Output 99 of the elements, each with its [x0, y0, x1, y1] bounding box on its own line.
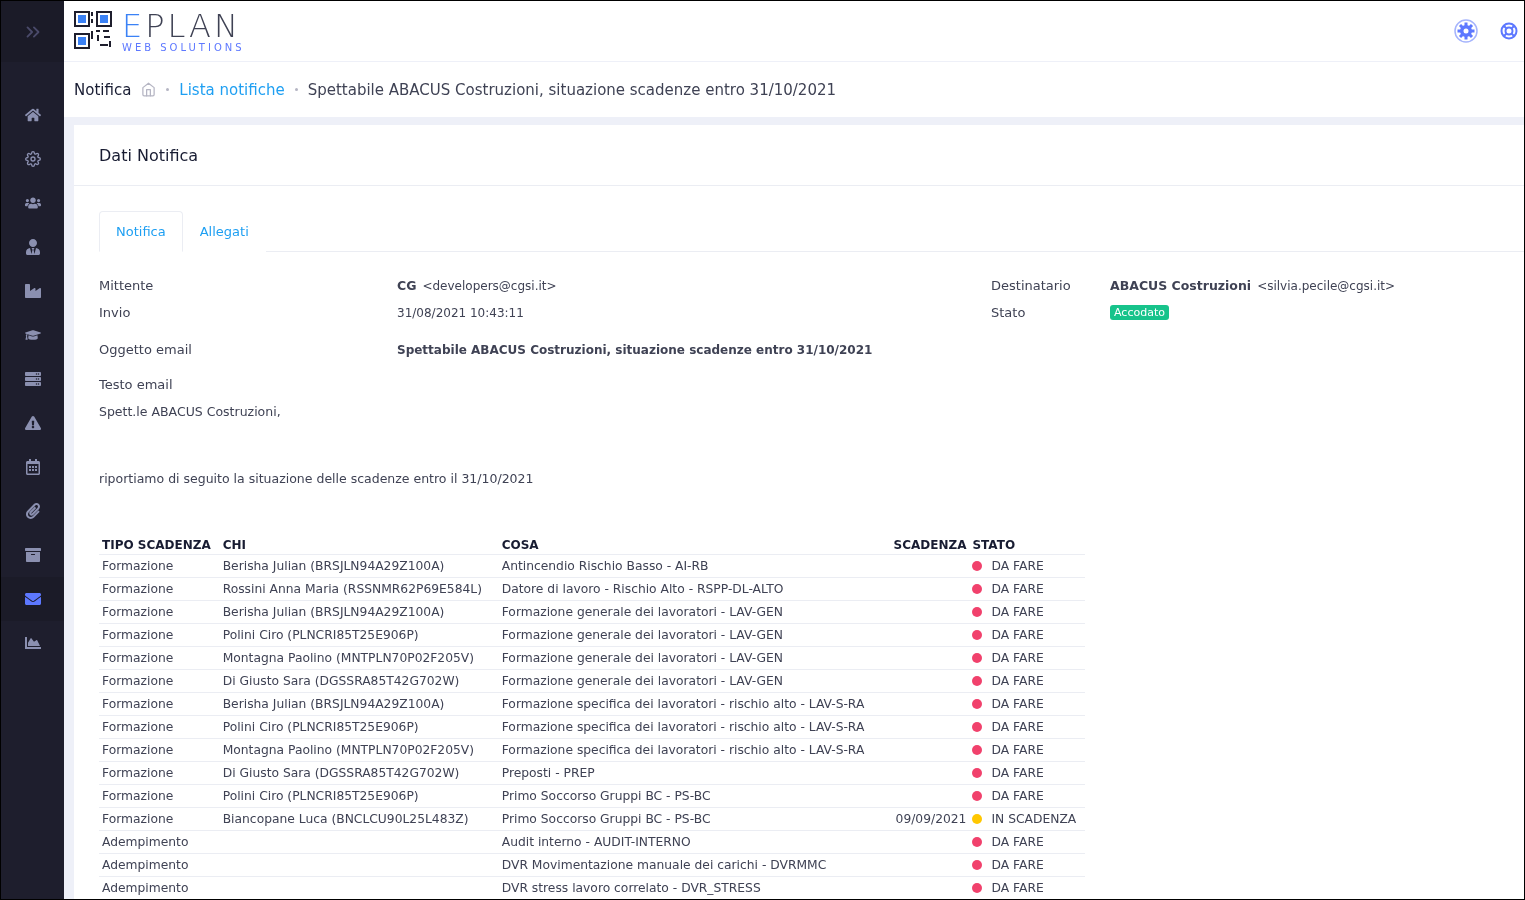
table-cell: Primo Soccorso Gruppi BC - PS-BC [498, 784, 887, 808]
status-text: DA FARE [991, 651, 1044, 665]
status-text: DA FARE [991, 858, 1044, 872]
table-cell: 09/09/2021 [886, 807, 970, 831]
field-label: Destinatario [991, 278, 1072, 293]
status-text: DA FARE [991, 674, 1044, 688]
status-badge: Accodato [1110, 305, 1169, 320]
table-cell: Di Giusto Sara (DGSSRA85T42G702W) [219, 669, 499, 693]
column-header: SCADENZA [886, 536, 970, 555]
table-cell: Formazione [99, 577, 220, 601]
recipient-value: ABACUS Costruzioni <silvia.pecile@cgsi.it> [1110, 278, 1397, 293]
users-icon [24, 195, 41, 211]
table-cell: Formazione [99, 715, 220, 739]
sent-date: 31/08/2021 10:43:11 [397, 305, 525, 320]
field-label: Stato [991, 305, 1027, 320]
status-text: DA FARE [991, 743, 1044, 757]
table-cell: Formazione [99, 669, 220, 693]
page-title: Notifica [74, 80, 132, 99]
list-icon [24, 371, 41, 387]
table-cell: Formazione [99, 623, 220, 647]
sidebar-item[interactable] [1, 577, 64, 621]
table-cell: Preposti - PREP [498, 761, 887, 785]
status-text: DA FARE [991, 697, 1044, 711]
table-cell: Di Giusto Sara (DGSSRA85T42G702W) [219, 761, 499, 785]
table-cell: Formazione [99, 807, 220, 831]
column-header: COSA [498, 536, 887, 555]
calendar-icon [24, 459, 41, 475]
logo-tagline: WEB SOLUTIONS [122, 41, 245, 53]
status-text: DA FARE [991, 881, 1044, 895]
archive-icon [24, 547, 41, 563]
table-cell: Adempimento [99, 853, 220, 877]
table-cell: Formazione [99, 738, 220, 762]
table-cell: DVR stress lavoro correlato - DVR_STRESS [498, 876, 887, 899]
card-title: Dati Notifica [99, 145, 199, 165]
table-cell: Formazione [99, 784, 220, 808]
table-cell: Antincendio Rischio Basso - AI-RB [498, 554, 887, 578]
subject-value: Spettabile ABACUS Costruzioni, situazione scadenze entro 31/10/2021 [397, 342, 874, 357]
breadcrumb-link[interactable]: Lista notifiche [179, 80, 285, 99]
status-text: DA FARE [991, 559, 1044, 573]
field-label: Mittente [99, 278, 155, 293]
paperclip-icon [24, 503, 41, 519]
qr-logo-icon [74, 11, 114, 51]
table-cell: Datore di lavoro - Rischio Alto - RSPP-DL-ALTO [498, 577, 887, 601]
table-cell: Formazione generale dei lavoratori - LAV-GEN [498, 646, 887, 670]
home-icon [24, 107, 41, 123]
table-cell: Audit interno - AUDIT-INTERNO [498, 830, 887, 854]
table-cell: Formazione generale dei lavoratori - LAV-GEN [498, 669, 887, 693]
chart-icon [24, 635, 41, 651]
table-cell: Adempimento [99, 876, 220, 899]
table-cell: Adempimento [99, 830, 220, 854]
table-cell: Polini Ciro (PLNCRI85T25E906P) [219, 623, 499, 647]
table-cell: Polini Ciro (PLNCRI85T25E906P) [219, 784, 499, 808]
table-cell: DVR Movimentazione manuale dei carichi - DVRMMC [498, 853, 887, 877]
table-cell: Primo Soccorso Gruppi BC - PS-BC [498, 807, 887, 831]
status-text: DA FARE [991, 789, 1044, 803]
tab[interactable]: Notifica [99, 211, 183, 252]
envelope-icon [24, 591, 41, 607]
table-cell: Biancopane Luca (BNCLCU90L25L483Z) [219, 807, 499, 831]
table-cell: Formazione specifica dei lavoratori - rischio alto - LAV-S-RA [498, 692, 887, 716]
warning-icon [24, 415, 41, 431]
email-paragraph: Spett.le ABACUS Costruzioni, [99, 404, 282, 419]
table-cell: Formazione [99, 554, 220, 578]
status-text: IN SCADENZA [991, 812, 1077, 826]
table-cell: Formazione specifica dei lavoratori - rischio alto - LAV-S-RA [498, 715, 887, 739]
column-header: TIPO SCADENZA [99, 536, 220, 555]
settings-icon [24, 151, 41, 167]
user-icon [24, 239, 41, 255]
table-cell: Formazione generale dei lavoratori - LAV-GEN [498, 623, 887, 647]
column-header: STATO [969, 536, 1085, 555]
status-text: DA FARE [991, 720, 1044, 734]
table-cell: Formazione [99, 692, 220, 716]
email-paragraph: riportiamo di seguito la situazione delle scadenze entro il 31/10/2021 [99, 471, 535, 486]
field-label: Oggetto email [99, 342, 193, 357]
table-cell: Formazione [99, 600, 220, 624]
column-header: CHI [219, 536, 499, 555]
table-cell: Polini Ciro (PLNCRI85T25E906P) [219, 715, 499, 739]
table-cell: Berisha Julian (BRSJLN94A29Z100A) [219, 554, 499, 578]
graduation-cap-icon [24, 327, 41, 343]
table-cell: Formazione specifica dei lavoratori - rischio alto - LAV-S-RA [498, 738, 887, 762]
lifebuoy-icon[interactable] [1500, 22, 1518, 40]
table-cell: Formazione generale dei lavoratori - LAV-GEN [498, 600, 887, 624]
table-cell: Montagna Paolino (MNTPLN70P02F205V) [219, 738, 499, 762]
sender-value: CG <developers@cgsi.it> [397, 278, 558, 293]
breadcrumb-current: Spettabile ABACUS Costruzioni, situazione scadenze entro 31/10/2021 [307, 80, 837, 99]
status-text: DA FARE [991, 582, 1044, 596]
gear-icon[interactable] [1454, 19, 1478, 43]
status-text: DA FARE [991, 766, 1044, 780]
status-text: DA FARE [991, 605, 1044, 619]
table-cell: Berisha Julian (BRSJLN94A29Z100A) [219, 600, 499, 624]
table-cell: Rossini Anna Maria (RSSNMR62P69E584L) [219, 577, 499, 601]
status-text: DA FARE [991, 835, 1044, 849]
table-cell: Formazione [99, 761, 220, 785]
status-text: DA FARE [991, 628, 1044, 642]
table-cell: Montagna Paolino (MNTPLN70P02F205V) [219, 646, 499, 670]
field-label: Invio [99, 305, 132, 320]
field-label: Testo email [99, 377, 173, 392]
factory-icon [24, 283, 41, 299]
table-cell: Formazione [99, 646, 220, 670]
table-cell: Berisha Julian (BRSJLN94A29Z100A) [219, 692, 499, 716]
